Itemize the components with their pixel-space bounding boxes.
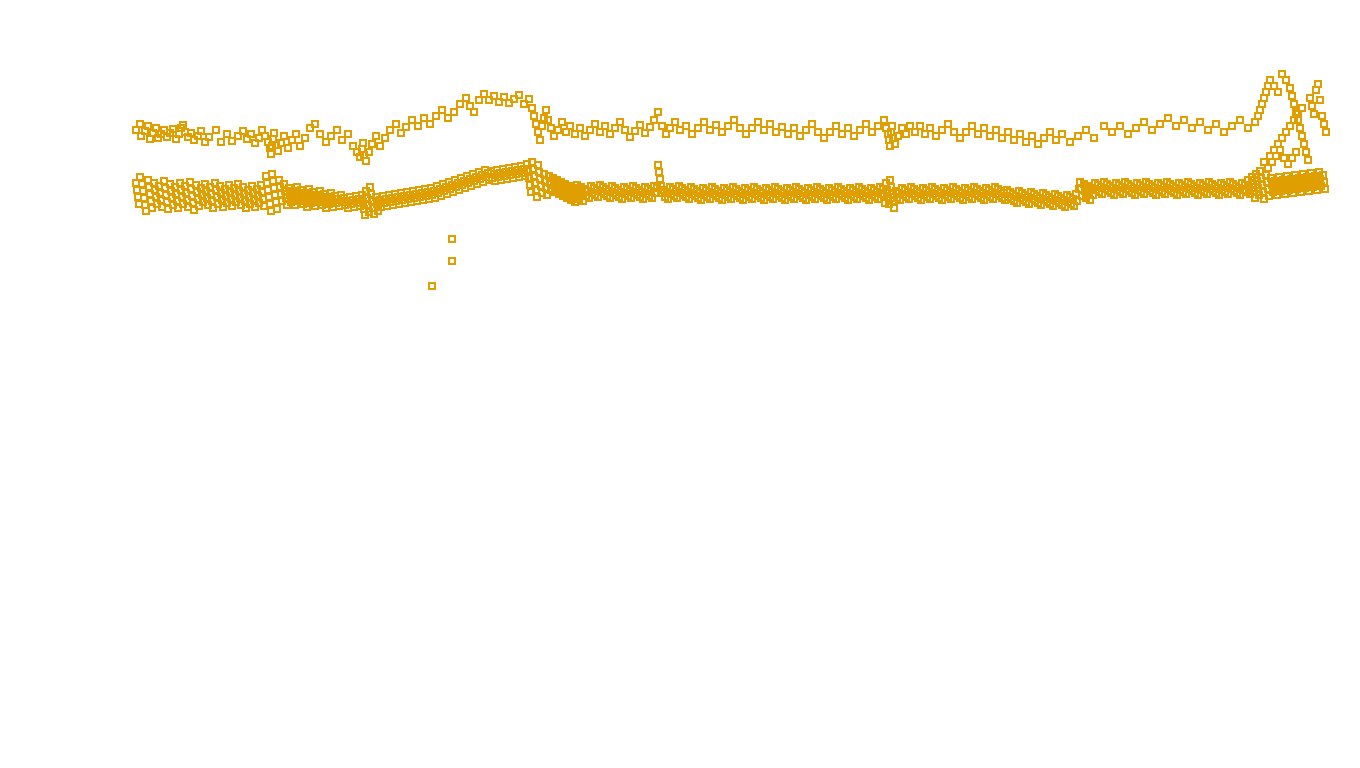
plot-background: [0, 0, 1360, 768]
scatter-plot-canvas: [0, 0, 1360, 768]
scatter-plot-svg: [0, 0, 1360, 768]
